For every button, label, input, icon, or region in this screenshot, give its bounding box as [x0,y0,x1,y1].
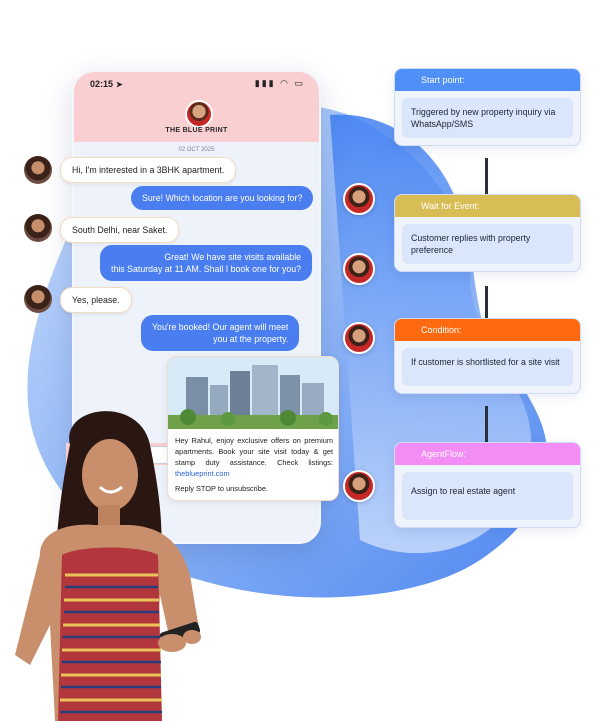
chat-message-agent: Great! We have site visits available thi… [100,245,313,281]
flow-connector [485,286,488,318]
brand-name: THE BLUE PRINT [165,127,228,134]
agent-avatar [343,253,375,285]
agent-avatar [343,322,375,354]
chat-message-agent: Sure! Which location are you looking for… [131,186,314,210]
flow-connector [485,158,488,194]
customer-avatar [24,214,52,242]
agent-avatar [343,470,375,502]
chat-message-customer: Hi, I'm interested in a 3BHK apartment. [60,157,237,183]
flow-connector [485,406,488,442]
flow-step-title: Condition: [395,319,580,341]
flow-step-title: AgentFlow: [395,443,580,465]
flow-step-agentflow[interactable]: AgentFlow: Assign to real estate agent [394,442,581,528]
flow-step-body: Assign to real estate agent [402,472,573,520]
customer-avatar [24,285,52,313]
customer-avatar [24,156,52,184]
status-time: 02:15 ➤ [90,79,123,89]
flow-step-condition[interactable]: Condition: If customer is shortlisted fo… [394,318,581,394]
flow-step-title: Start point: [395,69,580,91]
flow-step-wait[interactable]: Wait for Event: Customer replies with pr… [394,194,581,272]
agent-avatar [343,183,375,215]
flow-step-body: Customer replies with property preferenc… [402,224,573,264]
status-icons: ▮▮▮ ◠ ▭ [254,78,305,88]
chat-message-customer: Yes, please. [60,287,132,313]
flow-step-body: Triggered by new property inquiry via Wh… [402,98,573,138]
flow-step-body: If customer is shortlisted for a site vi… [402,348,573,386]
chat-header: 02:15 ➤ ▮▮▮ ◠ ▭ THE BLUE PRINT [74,72,319,142]
flow-step-title: Wait for Event: [395,195,580,217]
woman-with-phone-illustration [15,411,201,721]
chat-message-customer: South Delhi, near Saket. [60,217,180,243]
brand-avatar[interactable] [185,100,213,128]
flow-step-start[interactable]: Start point: Triggered by new property i… [394,68,581,146]
chat-date: 02 OCT 2025 [178,147,215,153]
chat-message-agent: You're booked! Our agent will meet you a… [141,315,300,351]
